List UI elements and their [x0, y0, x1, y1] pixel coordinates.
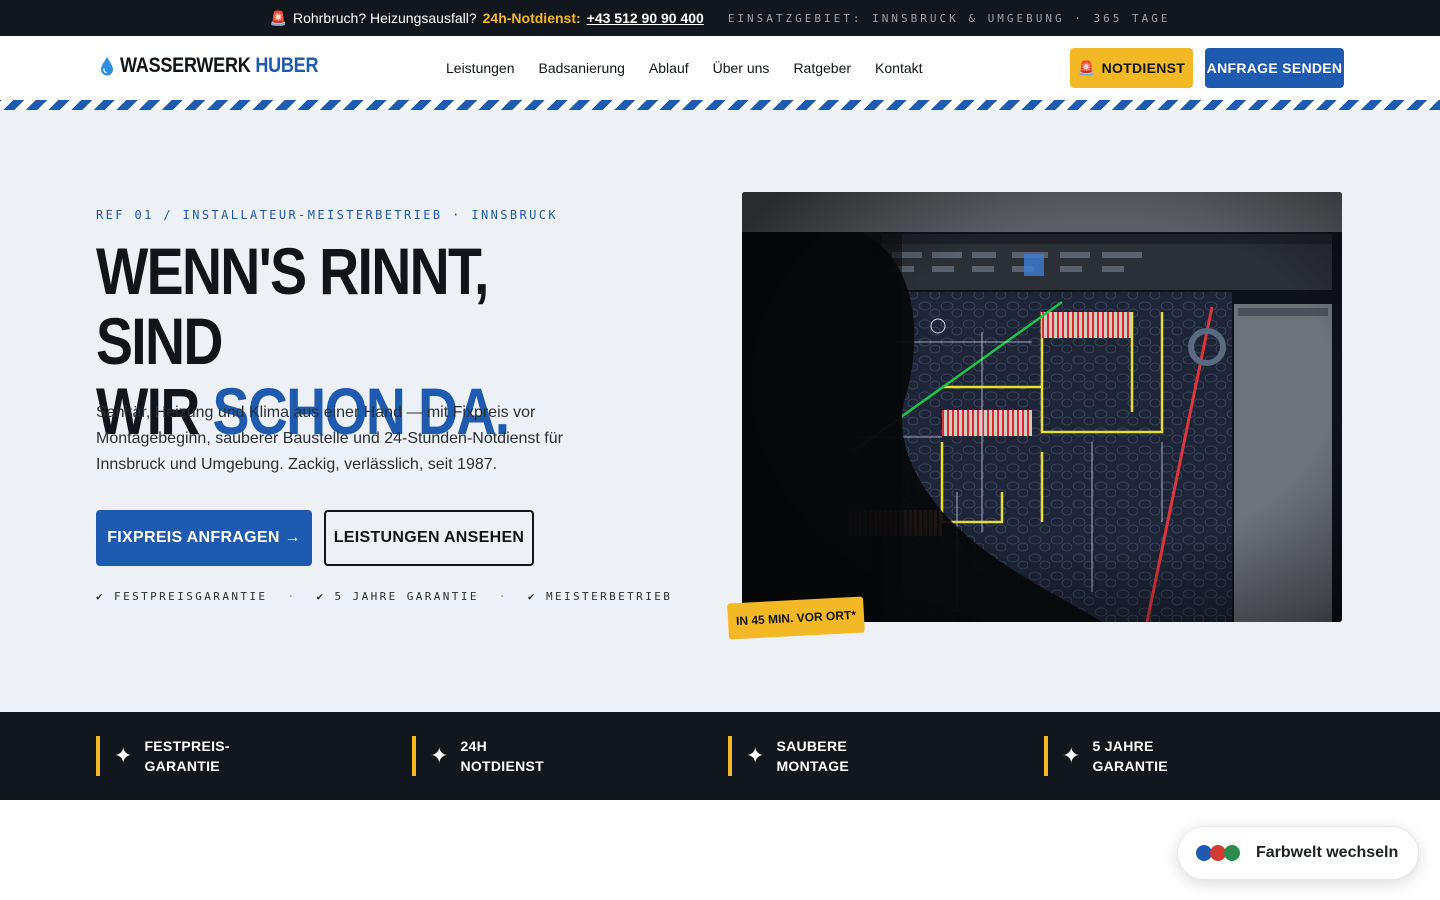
hero-lead-text: Sanitär, Heizung und Klima aus einer Han…	[96, 404, 563, 473]
feature-accent-bar	[1044, 736, 1048, 776]
logo-part-1: WASSERWERK	[120, 54, 251, 77]
feature-24h-emergency: ✦ 24H NOTDIENST	[412, 736, 544, 776]
trust-separator: ·	[498, 590, 508, 603]
nav-item-ratgeber[interactable]: Ratgeber	[793, 60, 851, 76]
sparkle-icon: ✦	[430, 743, 449, 768]
features-band: ✦ FESTPREIS- GARANTIE ✦ 24H NOTDIENST ✦ …	[0, 712, 1440, 800]
nav-item-badsanierung[interactable]: Badsanierung	[539, 60, 625, 76]
feature-accent-bar	[728, 736, 732, 776]
trust-item-warranty: ✔ 5 JAHRE GARANTIE	[316, 590, 479, 603]
emergency-button[interactable]: 🚨 NOTDIENST	[1070, 48, 1193, 88]
emergency-info: 🚨 Rohrbruch? Heizungsausfall? 24h-Notdie…	[270, 10, 704, 27]
top-announcement-bar: 🚨 Rohrbruch? Heizungsausfall? 24h-Notdie…	[0, 0, 1440, 36]
primary-menu: Leistungen Badsanierung Ablauf Über uns …	[446, 36, 923, 100]
logo-wordmark: WASSERWERK HUBER	[120, 54, 319, 78]
feature-label: SAUBERE MONTAGE	[776, 738, 850, 774]
nav-item-leistungen[interactable]: Leistungen	[446, 60, 515, 76]
view-services-button[interactable]: LEISTUNGEN ANSEHEN	[324, 510, 534, 566]
hero-image-cad-monitor	[742, 192, 1342, 622]
feature-label: 5 JAHRE GARANTIE	[1092, 738, 1168, 774]
hero-eyebrow: REF 01 / INSTALLATEUR-MEISTERBETRIEB · I…	[96, 208, 558, 222]
emergency-question: Rohrbruch? Heizungsausfall?	[292, 10, 477, 26]
feature-label: FESTPREIS- GARANTIE	[144, 738, 230, 774]
service-area-text: EINSATZGEBIET: INNSBRUCK & UMGEBUNG · 36…	[727, 11, 1171, 25]
decorative-stripe-divider	[0, 100, 1440, 110]
sparkle-icon: ✦	[746, 743, 765, 768]
site-logo[interactable]: WASSERWERK HUBER	[100, 54, 351, 78]
color-swatches-icon	[1196, 844, 1242, 862]
nav-item-ablauf[interactable]: Ablauf	[649, 60, 689, 76]
theme-switcher-button[interactable]: Farbwelt wechseln	[1177, 826, 1419, 880]
emergency-button-label: NOTDIENST	[1101, 60, 1186, 76]
nav-item-kontakt[interactable]: Kontakt	[875, 60, 922, 76]
logo-part-2: HUBER	[255, 54, 319, 77]
trust-item-master-business: ✔ MEISTERBETRIEB	[527, 590, 673, 603]
feature-fixed-price: ✦ FESTPREIS- GARANTIE	[96, 736, 230, 776]
sparkle-icon: ✦	[1062, 743, 1081, 768]
send-request-button[interactable]: ANFRAGE SENDEN	[1205, 48, 1344, 88]
water-drop-icon	[101, 57, 113, 76]
swatch-green	[1224, 845, 1240, 861]
feature-accent-bar	[96, 736, 100, 776]
theme-switcher-label: Farbwelt wechseln	[1256, 844, 1399, 861]
trust-item-fixed-price: ✔ FESTPREISGARANTIE	[96, 590, 268, 603]
siren-icon: 🚨	[1077, 59, 1096, 76]
trust-badges: ✔ FESTPREISGARANTIE · ✔ 5 JAHRE GARANTIE…	[96, 590, 672, 603]
feature-5-year-warranty: ✦ 5 JAHRE GARANTIE	[1044, 736, 1168, 776]
arrival-time-badge: IN 45 MIN. VOR ORT*	[727, 596, 865, 640]
nav-item-ueber-uns[interactable]: Über uns	[713, 60, 770, 76]
siren-icon: 🚨	[269, 9, 287, 26]
feature-accent-bar	[412, 736, 416, 776]
hotline-phone-link[interactable]: +43 512 90 90 400	[587, 10, 704, 26]
fixed-price-request-button[interactable]: FIXPREIS ANFRAGEN →	[96, 510, 312, 566]
hotline-label: 24h-Notdienst:	[482, 10, 581, 26]
cad-screen-illustration	[742, 192, 1342, 622]
hero-section: REF 01 / INSTALLATEUR-MEISTERBETRIEB · I…	[0, 110, 1440, 712]
sparkle-icon: ✦	[114, 743, 133, 768]
trust-separator: ·	[287, 590, 297, 603]
headline-line-1: WENN'S RINNT, SIND	[96, 234, 489, 378]
feature-label: 24H NOTDIENST	[460, 738, 545, 774]
main-navigation: WASSERWERK HUBER Leistungen Badsanierung…	[0, 36, 1440, 100]
feature-clean-installation: ✦ SAUBERE MONTAGE	[728, 736, 849, 776]
